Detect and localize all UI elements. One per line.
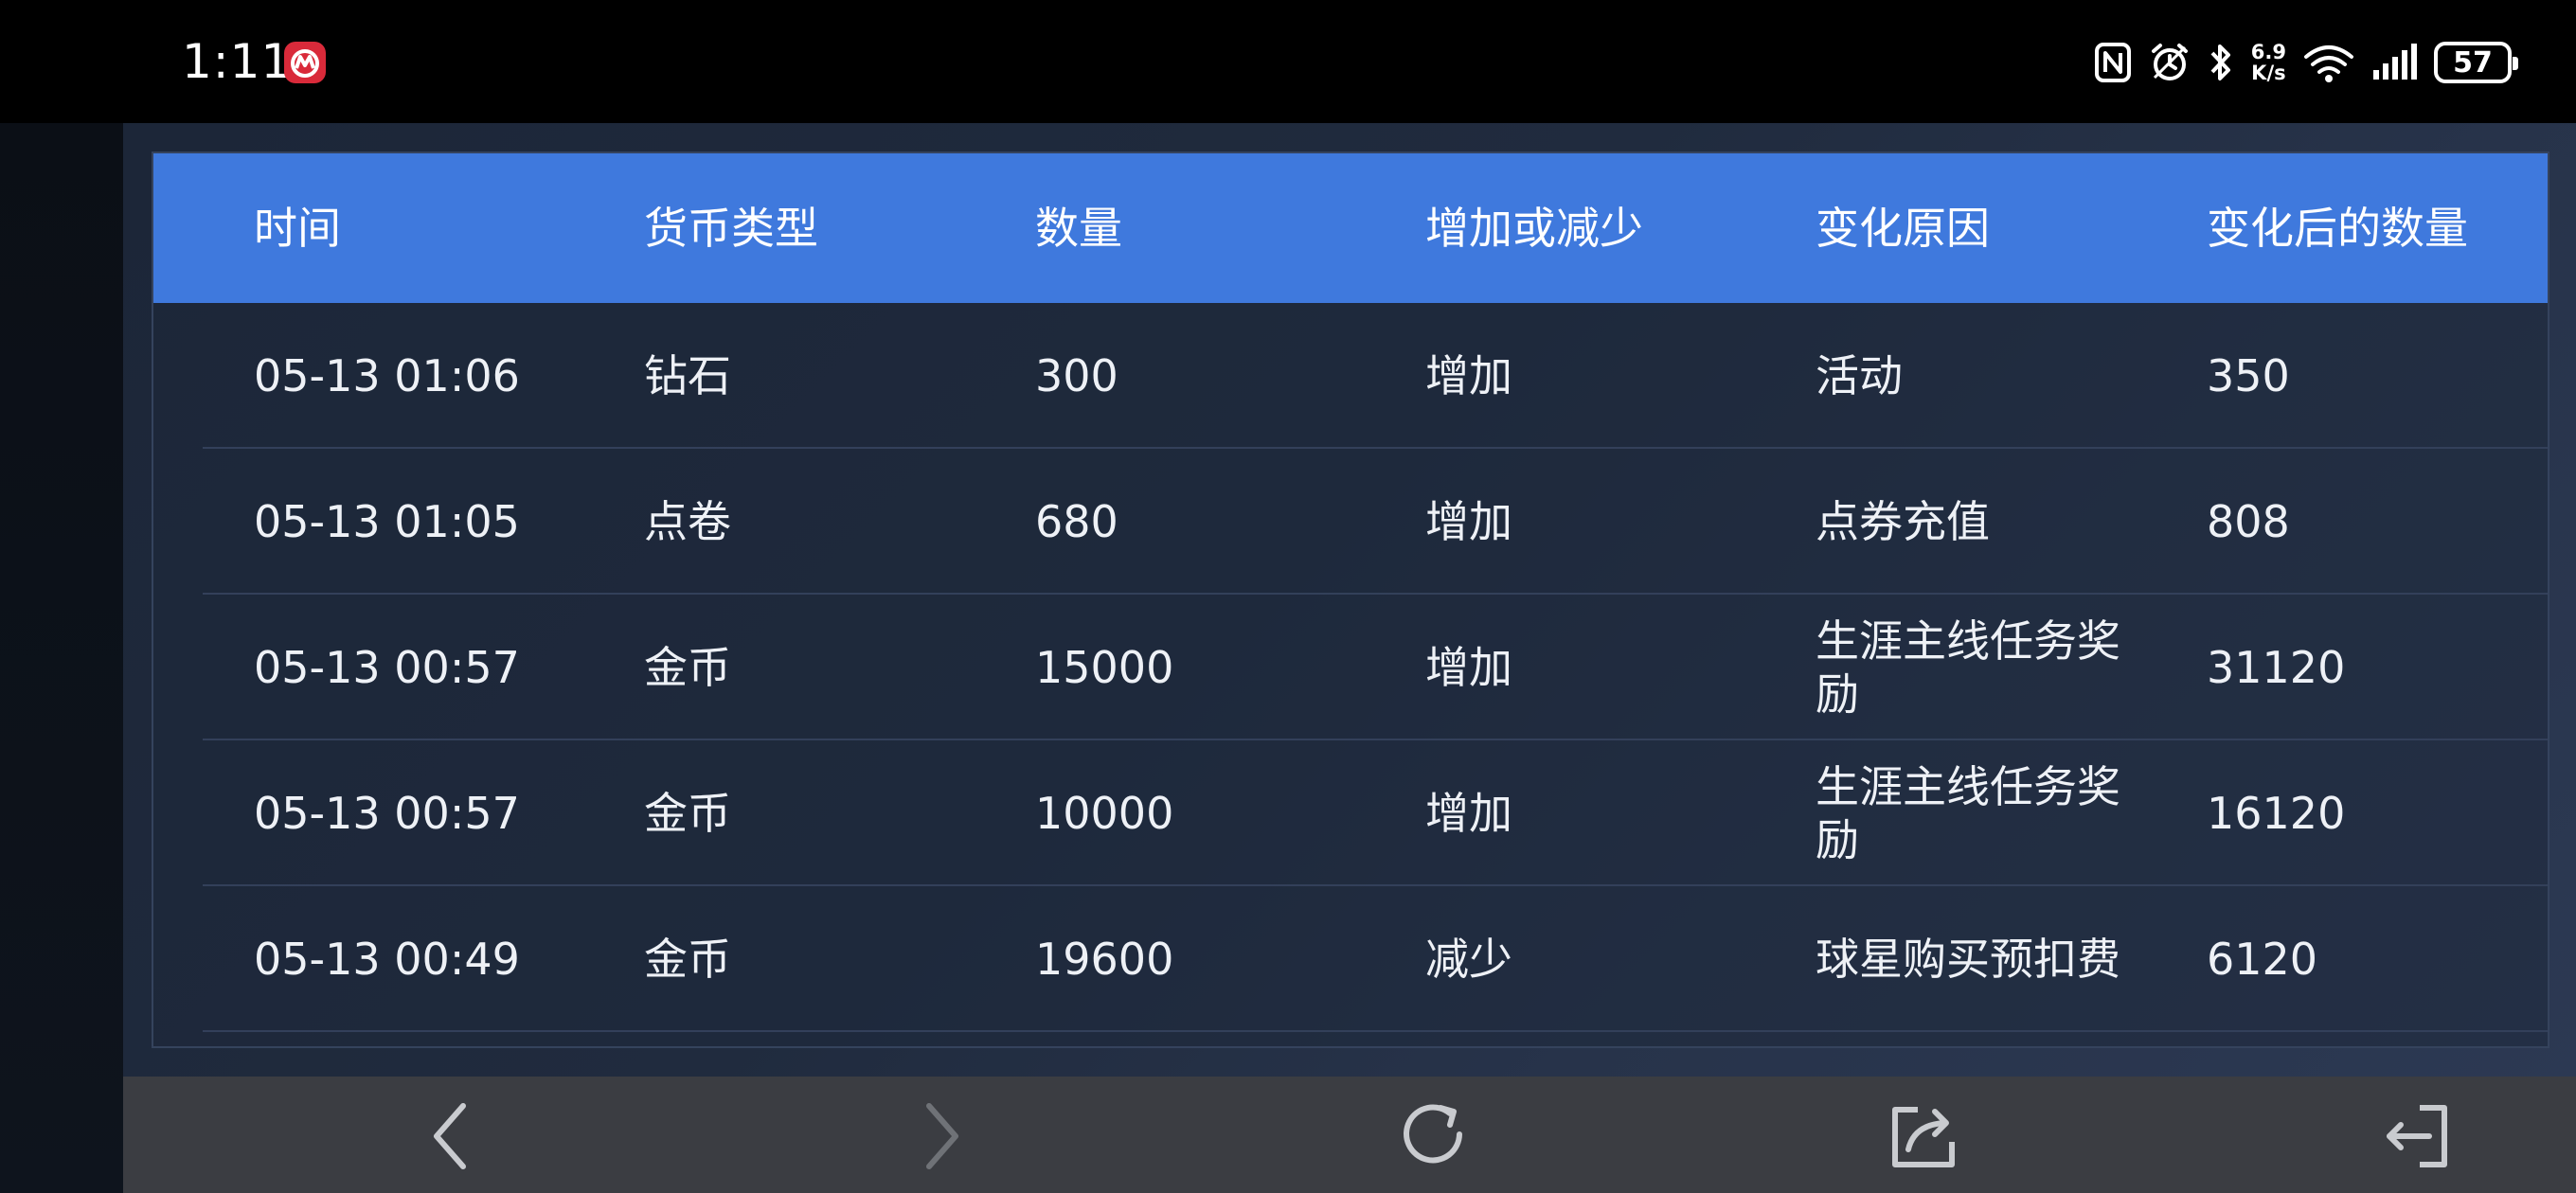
cell-after: 31120 <box>2207 642 2346 693</box>
cell-time: 05-13 00:49 <box>254 934 520 985</box>
cell-direction: 增加 <box>1425 642 1512 693</box>
cell-reason: 活动 <box>1816 350 1903 401</box>
cell-amount: 680 <box>1035 496 1118 547</box>
back-icon <box>434 1103 466 1169</box>
refresh-button[interactable] <box>1392 1094 1477 1179</box>
net-speed: 6.9 K/s <box>2251 42 2286 83</box>
nfc-icon <box>2094 43 2131 82</box>
cell-direction: 增加 <box>1425 350 1512 401</box>
cell-amount: 19600 <box>1035 934 1174 985</box>
share-icon <box>1892 1107 1955 1167</box>
status-time: 1:11 <box>182 34 293 89</box>
cell-reason: 生涯主线任务奖励 <box>1816 761 2120 865</box>
table-row: 05-13 00:57 金币 10000 增加 生涯主线任务奖励 16120 <box>153 740 2548 886</box>
cell-reason: 点券充值 <box>1816 496 1990 547</box>
forward-icon <box>926 1103 958 1169</box>
table-row: 05-13 01:05 点卷 680 增加 点券充值 808 <box>153 449 2548 595</box>
status-icons: 6.9 K/s 57 <box>2094 36 2518 89</box>
cell-reason: 球星购买预扣费 <box>1816 934 2120 985</box>
cell-amount: 300 <box>1035 350 1118 401</box>
header-amount: 数量 <box>1035 203 1122 254</box>
header-increase-decrease: 增加或减少 <box>1425 203 1643 254</box>
battery-level: 57 <box>2453 45 2493 80</box>
exit-icon <box>2387 1105 2447 1167</box>
cell-currency: 金币 <box>644 934 731 985</box>
cell-after: 350 <box>2207 350 2290 401</box>
currency-log-table: 时间 货币类型 数量 增加或减少 变化原因 变化后的数量 05-13 01:06… <box>152 151 2549 1048</box>
header-reason: 变化原因 <box>1816 203 1990 254</box>
cell-reason: 生涯主线任务奖励 <box>1816 615 2120 720</box>
left-gutter <box>0 123 123 1193</box>
net-speed-unit: K/s <box>2251 62 2286 84</box>
cell-direction: 增加 <box>1425 788 1512 839</box>
cell-time: 05-13 00:57 <box>254 642 520 693</box>
refresh-icon <box>1404 1104 1462 1164</box>
cell-amount: 15000 <box>1035 642 1174 693</box>
cell-amount: 10000 <box>1035 788 1174 839</box>
header-currency-type: 货币类型 <box>644 203 818 254</box>
back-button[interactable] <box>407 1094 492 1179</box>
cell-time: 05-13 01:06 <box>254 350 520 401</box>
cell-currency: 钻石 <box>644 350 731 401</box>
header-time: 时间 <box>254 203 341 254</box>
wifi-icon <box>2304 45 2353 82</box>
table-row: 05-13 01:06 钻石 300 增加 活动 350 <box>153 303 2548 449</box>
net-speed-value: 6.9 <box>2250 41 2286 63</box>
table-header: 时间 货币类型 数量 增加或减少 变化原因 变化后的数量 <box>153 153 2548 303</box>
exit-button[interactable] <box>2373 1094 2459 1179</box>
cell-direction: 增加 <box>1425 496 1512 547</box>
status-bar: 1:11 6.9 K/s 57 <box>0 0 2576 123</box>
battery-icon: 57 <box>2434 42 2518 83</box>
cell-after: 808 <box>2207 496 2290 547</box>
cell-time: 05-13 00:57 <box>254 788 520 839</box>
cell-currency: 金币 <box>644 642 731 693</box>
cell-direction: 减少 <box>1425 934 1512 985</box>
bluetooth-icon <box>2210 45 2230 80</box>
cell-after: 16120 <box>2207 788 2346 839</box>
header-amount-after: 变化后的数量 <box>2207 203 2468 254</box>
cell-currency: 金币 <box>644 788 731 839</box>
alarm-icon <box>2151 44 2188 80</box>
share-button[interactable] <box>1881 1094 1966 1179</box>
forward-button[interactable] <box>900 1094 985 1179</box>
cell-time: 05-13 01:05 <box>254 496 520 547</box>
table-row: 05-13 00:49 金币 19600 减少 球星购买预扣费 6120 <box>153 886 2548 1032</box>
app-notification-icon <box>284 42 326 83</box>
cell-currency: 点卷 <box>644 496 731 547</box>
cell-after: 6120 <box>2207 934 2318 985</box>
table-row: 05-13 00:57 金币 15000 增加 生涯主线任务奖励 31120 <box>153 595 2548 740</box>
signal-icon <box>2373 44 2417 80</box>
bottom-nav-bar <box>123 1077 2576 1193</box>
